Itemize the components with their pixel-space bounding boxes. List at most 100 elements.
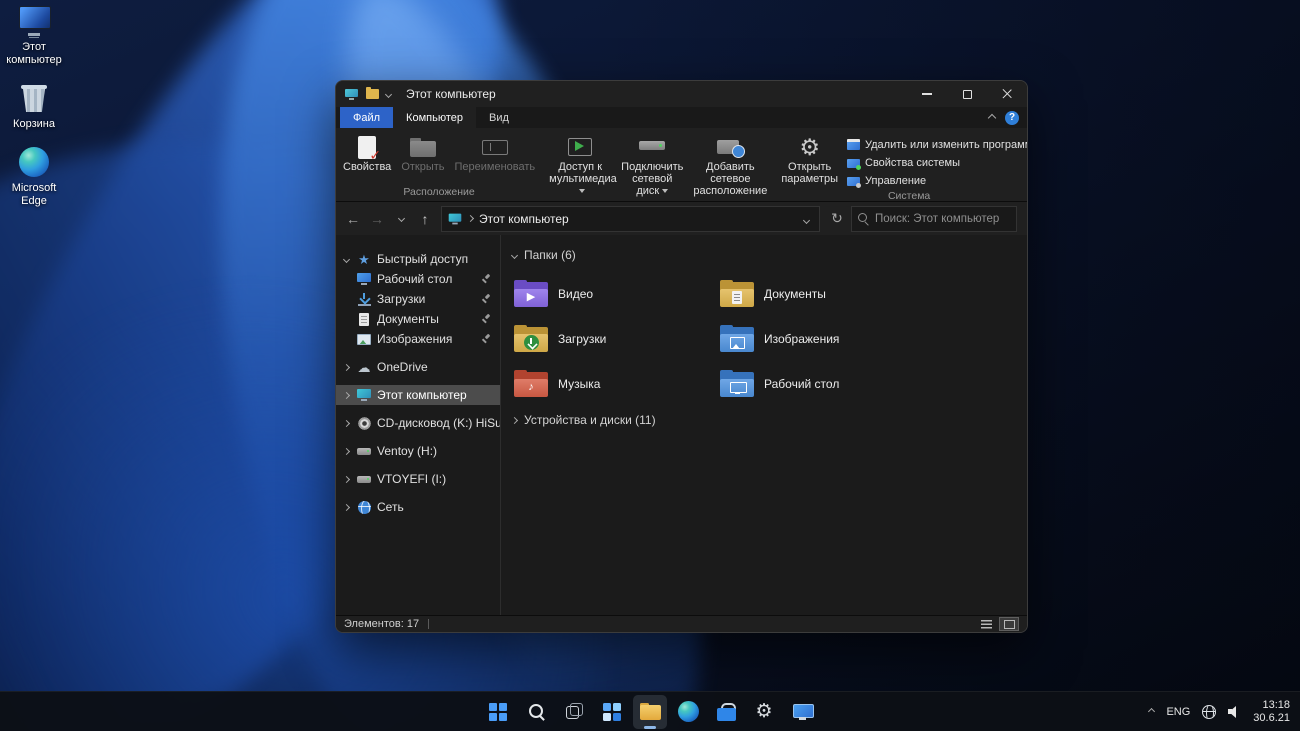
- quick-access-toolbar-chevron-icon[interactable]: [384, 90, 393, 98]
- recent-locations-chevron-icon[interactable]: [390, 207, 412, 231]
- sidebar-item-pictures[interactable]: Изображения: [336, 329, 500, 349]
- map-network-drive-button[interactable]: Подключить сетевой диск: [616, 131, 688, 199]
- collapse-ribbon-icon[interactable]: [987, 113, 997, 122]
- search-box[interactable]: [851, 205, 1017, 232]
- sidebar-item-cd-drive[interactable]: CD-дисковод (K:) HiSuite: [336, 413, 500, 433]
- desktop-icon-label: Корзина: [13, 118, 55, 130]
- large-icons-view-button[interactable]: [999, 617, 1019, 631]
- tab-view[interactable]: Вид: [476, 107, 522, 128]
- tray-date: 30.6.21: [1253, 711, 1290, 724]
- ribbon: ✓ Свойства Открыть Переименовать Располо…: [336, 128, 1028, 212]
- window-this-pc-icon: [344, 87, 358, 101]
- minimize-button[interactable]: [907, 81, 947, 107]
- forward-icon[interactable]: →: [366, 207, 388, 231]
- folder-tile-label: Музыка: [558, 376, 601, 391]
- window-controls: [907, 81, 1027, 107]
- start-button[interactable]: [481, 695, 515, 729]
- up-icon[interactable]: ↑: [414, 207, 436, 231]
- search-input[interactable]: [875, 212, 1010, 225]
- section-header-devices[interactable]: Устройства и диски (11): [509, 412, 1027, 428]
- tab-file[interactable]: Файл: [340, 107, 394, 128]
- settings-button[interactable]: ⚙: [747, 695, 781, 729]
- chevron-down-icon[interactable]: [510, 251, 519, 259]
- folder-tile-videos[interactable]: ▶ Видео: [514, 271, 720, 316]
- media-access-icon: [568, 138, 593, 156]
- taskbar-search-button[interactable]: [519, 695, 553, 729]
- ribbon-button-label: Открыть: [401, 161, 445, 173]
- items-count: Элементов: 17: [344, 618, 420, 630]
- help-icon[interactable]: ?: [1005, 110, 1019, 125]
- open-button[interactable]: Открыть: [396, 131, 449, 175]
- address-bar[interactable]: Этот компьютер: [441, 205, 820, 232]
- system-properties-button[interactable]: Свойства системы: [843, 154, 1027, 171]
- task-view-button[interactable]: [557, 695, 591, 729]
- breadcrumb[interactable]: Этот компьютер: [479, 212, 569, 226]
- hidden-icons-chevron-icon[interactable]: [1148, 707, 1156, 716]
- sidebar-item-onedrive[interactable]: ☁ OneDrive: [336, 357, 500, 377]
- close-button[interactable]: [987, 81, 1027, 107]
- display-app-button[interactable]: [785, 695, 819, 729]
- chevron-right-icon[interactable]: [342, 391, 350, 399]
- add-network-location-button[interactable]: Добавить сетевое расположение: [688, 131, 772, 199]
- quick-access-toolbar-folder-icon[interactable]: [365, 87, 379, 101]
- edge-button[interactable]: [671, 695, 705, 729]
- sidebar-item-ventoy[interactable]: Ventoy (H:): [336, 441, 500, 461]
- chevron-right-icon[interactable]: [342, 447, 350, 455]
- media-access-button[interactable]: Доступ к мультимедиа: [544, 131, 617, 199]
- sidebar-item-vtoyefi[interactable]: VTOYEFI (I:): [336, 469, 500, 489]
- open-settings-button[interactable]: ⚙ Открыть параметры: [776, 131, 843, 187]
- desktop-icon-edge[interactable]: Microsoft Edge: [2, 147, 66, 208]
- folder-tile-desktop[interactable]: Рабочий стол: [720, 361, 926, 406]
- tab-computer[interactable]: Компьютер: [393, 107, 476, 128]
- manage-button[interactable]: Управление: [843, 172, 1027, 189]
- folder-tile-music[interactable]: ♪ Музыка: [514, 361, 720, 406]
- folder-tile-documents[interactable]: Документы: [720, 271, 926, 316]
- maximize-button[interactable]: [947, 81, 987, 107]
- chevron-right-icon[interactable]: [342, 419, 350, 427]
- chevron-right-icon[interactable]: [510, 416, 519, 424]
- sidebar-item-documents[interactable]: Документы: [336, 309, 500, 329]
- store-button[interactable]: [709, 695, 743, 729]
- folder-tile-pictures[interactable]: Изображения: [720, 316, 926, 361]
- ribbon-group-system: ⚙ Открыть параметры Удалить или изменить…: [776, 128, 1028, 202]
- pin-icon: [482, 314, 492, 324]
- properties-button[interactable]: ✓ Свойства: [338, 131, 396, 175]
- network-icon[interactable]: [1202, 704, 1217, 719]
- rename-button[interactable]: Переименовать: [450, 131, 541, 175]
- system-tray: ENG 13:18 30.6.21: [1148, 692, 1290, 731]
- ribbon-group-location: ✓ Свойства Открыть Переименовать Располо…: [338, 128, 540, 201]
- clock[interactable]: 13:18 30.6.21: [1253, 699, 1290, 725]
- titlebar[interactable]: Этот компьютер: [336, 81, 1027, 107]
- volume-icon[interactable]: [1228, 705, 1241, 718]
- refresh-icon[interactable]: ↻: [825, 206, 849, 232]
- chevron-right-icon[interactable]: [342, 363, 350, 371]
- chevron-right-icon[interactable]: [342, 503, 350, 511]
- pictures-folder-icon: [720, 324, 754, 353]
- sidebar-item-downloads[interactable]: Загрузки: [336, 289, 500, 309]
- gear-icon: ⚙: [755, 701, 773, 722]
- folder-tile-downloads[interactable]: Загрузки: [514, 316, 720, 361]
- back-icon[interactable]: ←: [342, 207, 364, 231]
- sidebar-item-network[interactable]: Сеть: [336, 497, 500, 517]
- chevron-right-icon[interactable]: [342, 475, 350, 483]
- sidebar-item-this-pc[interactable]: Этот компьютер: [336, 385, 500, 405]
- details-view-button[interactable]: [976, 617, 996, 631]
- tray-time: 13:18: [1262, 698, 1290, 711]
- sidebar-item-quick-access[interactable]: ★ Быстрый доступ: [336, 249, 500, 269]
- ribbon-tabs: Файл Компьютер Вид ?: [336, 107, 1027, 128]
- sidebar-item-desktop[interactable]: Рабочий стол: [336, 269, 500, 289]
- desktop-icon-recycle-bin[interactable]: Корзина: [2, 83, 66, 131]
- ribbon-group-label: Расположение: [403, 186, 475, 198]
- chevron-down-icon[interactable]: [342, 255, 350, 263]
- widgets-button[interactable]: [595, 695, 629, 729]
- address-dropdown-icon[interactable]: [800, 210, 813, 228]
- breadcrumb-chevron-icon[interactable]: [466, 214, 475, 223]
- language-indicator[interactable]: ENG: [1166, 706, 1190, 718]
- pin-icon: [482, 274, 492, 284]
- section-header-folders[interactable]: Папки (6): [509, 247, 1027, 263]
- window-title: Этот компьютер: [406, 87, 496, 101]
- uninstall-program-button[interactable]: Удалить или изменить программу: [843, 136, 1028, 153]
- file-explorer-button[interactable]: [633, 694, 667, 729]
- desktop-icon-this-pc[interactable]: Этот компьютер: [2, 6, 66, 67]
- ribbon-button-label: Удалить или изменить программу: [865, 138, 1028, 151]
